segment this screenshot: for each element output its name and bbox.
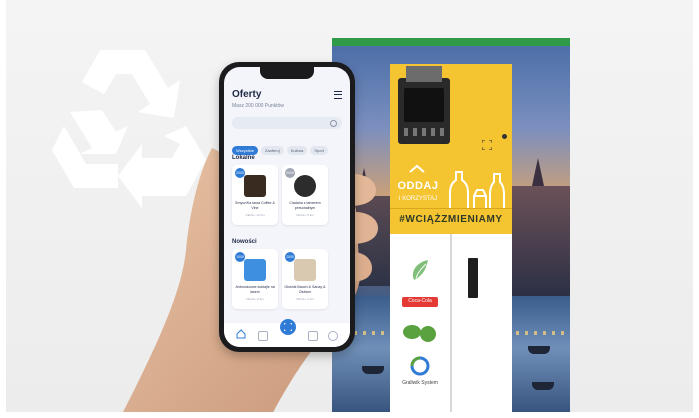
screen-glass[interactable] (404, 88, 444, 122)
world-logo-icon (403, 325, 436, 342)
home-icon[interactable] (236, 329, 246, 339)
offer-name: Jednorazowe koktajle na lasem (235, 285, 275, 294)
search-icon (330, 120, 337, 127)
offer-name: Ciadaha z tamerem personalnym (289, 201, 321, 210)
new-cards: 1000 Jednorazowe koktajle na lasem Ofert… (232, 249, 350, 311)
points-subtitle: Masz 200 000 Punktów (232, 103, 284, 109)
section-local-title: Lokalne (232, 155, 255, 161)
offer-meta: Oferta • 12 km (245, 213, 265, 217)
local-cards: 2000 Smycz/Ka łama Coffee & Vine Oferta … (232, 165, 350, 227)
phone-screen: Oferty Masz 200 000 Punktów Wszystkie Zao… (224, 67, 350, 347)
frame-edge-right (693, 0, 699, 418)
system-logo-text: Grallwik System (402, 380, 438, 386)
points-badge: 2000 (285, 168, 295, 178)
screen-buttons[interactable] (404, 128, 444, 136)
menu-icon[interactable] (334, 91, 342, 99)
category-chips: Wszystkie Zaoferuj Kultura Sport (232, 139, 350, 155)
screen-top (406, 66, 442, 82)
frame-edge-left (0, 0, 6, 418)
frame-edge-bottom (0, 412, 699, 418)
offer-thumbnail (294, 175, 316, 197)
offer-meta: Oferta • 5 km (296, 213, 314, 217)
bottom-nav (224, 319, 350, 347)
door-divider (450, 234, 452, 418)
offer-meta: Oferta • 4 km (296, 297, 314, 301)
machine-screen (398, 66, 450, 144)
chevron-up-icon (409, 164, 425, 173)
system-logo-icon (410, 356, 430, 376)
coca-cola-logo-text: Coca-Cola (408, 298, 432, 304)
scan-icon (284, 323, 292, 331)
search-input[interactable] (232, 117, 342, 129)
city-right (508, 186, 570, 296)
boat (532, 382, 554, 390)
smartphone: Oferty Masz 200 000 Punktów Wszystkie Zao… (219, 62, 355, 352)
hashtag-bar: #WCIĄŻZMIENIAMY (390, 208, 512, 231)
offer-card[interactable]: 2000 Głośnik Bauch & Sanay & Olufsen Ofe… (282, 249, 328, 309)
wallet-icon[interactable] (308, 331, 318, 341)
cta-subtitle: I KORZYSTAJ (398, 196, 438, 202)
offer-card[interactable]: 2000 Smycz/Ka łama Coffee & Vine Oferta … (232, 165, 278, 225)
section-new-title: Nowości (232, 239, 257, 245)
machine-top-bar (332, 38, 570, 46)
machine-lower-panel: Coca-Cola Grallwik System (390, 234, 512, 418)
spire (532, 158, 544, 186)
offer-thumbnail (244, 259, 266, 281)
scan-button[interactable] (280, 319, 296, 335)
app-title: Oferty (232, 89, 262, 100)
offer-thumbnail (244, 175, 266, 197)
chip-offer[interactable]: Zaoferuj (261, 146, 284, 155)
offer-thumbnail (294, 259, 316, 281)
phone-notch (260, 67, 314, 79)
boat (528, 346, 550, 354)
offer-name: Smycz/Ka łama Coffee & Vine (235, 201, 275, 210)
scan-frame-icon (482, 140, 492, 150)
chip-culture[interactable]: Kultura (286, 146, 308, 155)
indicator-dot (502, 134, 507, 139)
chip-sport[interactable]: Sport (310, 146, 328, 155)
door-handle[interactable] (468, 258, 478, 298)
offer-meta: Oferta • 8 km (246, 297, 264, 301)
offers-icon[interactable] (258, 331, 268, 341)
offer-card[interactable]: 2000 Ciadaha z tamerem personalnym Ofert… (282, 165, 328, 225)
hashtag-text: #WCIĄŻZMIENIAMY (399, 214, 503, 225)
profile-icon[interactable] (328, 331, 338, 341)
scene: ODDAJ I KORZYSTAJ #WCIĄŻZMIENIAMY Coca-C… (0, 0, 699, 418)
offer-card[interactable]: 1000 Jednorazowe koktajle na lasem Ofert… (232, 249, 278, 309)
chip-all[interactable]: Wszystkie (232, 146, 258, 155)
leaf-logo-icon (412, 260, 428, 280)
offer-name: Głośnik Bauch & Sanay & Olufsen (284, 285, 326, 294)
cta-title: ODDAJ (397, 180, 439, 192)
